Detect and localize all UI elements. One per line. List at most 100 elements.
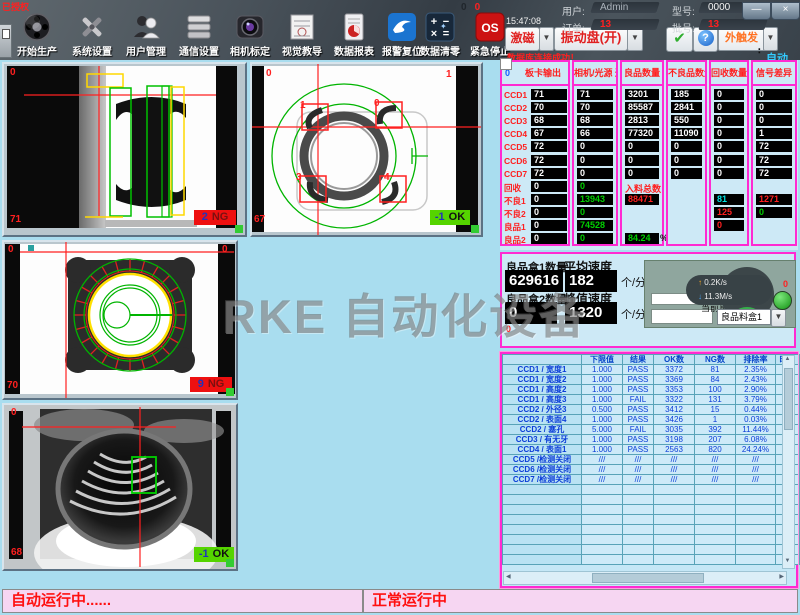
detail-header-cell: 排除率 — [736, 355, 776, 365]
batch-field[interactable]: 13 — [698, 19, 768, 30]
detail-cell: /// — [736, 465, 776, 475]
detail-cell: 1.000 — [582, 435, 623, 445]
trigger-dropdown-arrow[interactable]: ▼ — [763, 27, 778, 51]
batch-label: 批号: — [672, 20, 695, 35]
detail-row[interactable]: CCD2 / 表面41.000PASS342610.03%24 — [503, 415, 800, 425]
detail-empty-cell — [582, 545, 623, 555]
stats-cell: 0 — [714, 141, 744, 152]
stats-row-label: CCD3 — [504, 116, 527, 126]
detail-empty-cell — [736, 495, 776, 505]
good-box-dropdown[interactable]: 良品料盒1 — [717, 309, 771, 325]
camera-view-3[interactable]: 00709NG — [2, 240, 238, 400]
toolbar-button-7[interactable]: 数据报表 — [328, 12, 380, 60]
stats-column-header: 相机/光源 返回 — [574, 62, 616, 86]
detail-empty-cell — [654, 505, 695, 515]
toolbar-button-9[interactable]: +−×=✦数据清零 — [414, 12, 466, 60]
demagnetize-button[interactable]: 激磁 — [505, 27, 540, 51]
user-field[interactable]: Admin — [590, 2, 660, 13]
camera-view-4[interactable]: 068-1OK — [2, 403, 238, 571]
horizontal-scrollbar[interactable]: ◀▶ — [503, 571, 787, 585]
minimize-button[interactable]: — — [742, 2, 771, 20]
stats-cell: 2813 — [625, 115, 659, 126]
detail-row-label: CCD2 / 塞孔 — [503, 425, 582, 435]
stats-column-1: 0板卡输出CCD171CCD270CCD368CCD467CCD572CCD67… — [500, 60, 570, 246]
stats-checkbox[interactable] — [500, 58, 512, 70]
roi-label-1: 1 — [300, 100, 306, 111]
detail-empty-row — [503, 485, 800, 495]
detail-row[interactable]: CCD7 /检测关闭////////////////// — [503, 475, 800, 485]
stats-cell: 0 — [671, 141, 702, 152]
stats-cell: 0 — [756, 207, 792, 218]
toolbar-button-6[interactable]: 视觉教导 — [276, 12, 328, 60]
detail-cell: 1.000 — [582, 385, 623, 395]
good-box-dropdown-arrow[interactable]: ▼ — [771, 309, 786, 327]
stats-cell: 72 — [756, 168, 792, 179]
hscroll-thumb[interactable] — [592, 573, 704, 583]
stats-cell: 72 — [756, 141, 792, 152]
panel-corner-marker — [226, 388, 234, 396]
detail-cell: /// — [736, 455, 776, 465]
help-button[interactable]: ? — [693, 27, 718, 52]
demagnetize-dropdown-arrow[interactable]: ▼ — [539, 27, 554, 51]
stats-row-label: CCD7 — [504, 169, 527, 179]
detail-empty-cell — [623, 545, 654, 555]
detail-row[interactable]: CCD1 / 宽度11.000PASS3372812.35%9 — [503, 365, 800, 375]
detail-row[interactable]: CCD2 / 塞孔5.000FAIL303539211.44%19 — [503, 425, 800, 435]
detail-cell: 3.79% — [736, 395, 776, 405]
toolbar-button-4[interactable]: 通信设置 — [173, 12, 225, 60]
vertical-scrollbar[interactable]: ▲▼ — [782, 355, 795, 569]
detail-cell: PASS — [623, 405, 654, 415]
detail-row[interactable]: CCD6 /检测关闭////////////////// — [503, 465, 800, 475]
stats-panel: 0板卡输出CCD171CCD270CCD368CCD467CCD572CCD67… — [500, 60, 798, 250]
camera-count-top-left: 0 — [10, 67, 16, 78]
stats-cell: 0 — [756, 89, 792, 100]
toolbar-button-3[interactable]: 用户管理 — [120, 12, 172, 60]
close-button[interactable]: × — [771, 2, 800, 20]
detail-row[interactable]: CCD5 /检测关闭////////////////// — [503, 455, 800, 465]
stats-cell: 125 — [714, 207, 744, 218]
stats-cell: 88471 — [625, 194, 659, 205]
detail-empty-cell — [623, 495, 654, 505]
result-count: -1 — [199, 548, 209, 560]
detail-cell: /// — [582, 465, 623, 475]
toolbar-button-label: 视觉教导 — [276, 43, 328, 58]
toolbar-button-1[interactable]: 开始生产 — [11, 12, 63, 60]
stats-cell: 0 — [714, 102, 744, 113]
camera-view-2[interactable]: 01671034-1OK — [250, 62, 483, 237]
net-speed-pill[interactable]: ↑ 0.2K/s ↓ 11.3M/s — [686, 275, 772, 305]
stats-cell: 72 — [531, 155, 567, 166]
detail-empty-cell — [582, 515, 623, 525]
svg-text:×: × — [431, 28, 437, 40]
detail-row[interactable]: CCD4 / 表面11.000PASS256382024.24%26 — [503, 445, 800, 455]
order-field[interactable]: 13 — [590, 19, 660, 30]
toolbar-button-5[interactable]: 相机标定 — [224, 12, 276, 60]
detail-row[interactable]: CCD1 / 高度21.000PASS33531002.90%5 — [503, 385, 800, 395]
vibration-dropdown-arrow[interactable]: ▼ — [627, 27, 643, 51]
detail-row-label: CCD3 / 有无牙 — [503, 435, 582, 445]
panel-corner-marker — [226, 559, 234, 567]
detail-row[interactable]: CCD1 / 高度31.000FAIL33221313.79%25 — [503, 395, 800, 405]
vscroll-thumb[interactable] — [784, 368, 793, 430]
detail-cell: 1.000 — [582, 415, 623, 425]
stats-cell: 0 — [625, 155, 659, 166]
detail-cell: PASS — [623, 365, 654, 375]
toolbar-button-2[interactable]: 系统设置 — [66, 12, 118, 60]
stats-cell: 185 — [671, 89, 702, 100]
detail-row[interactable]: CCD1 / 宽度21.000PASS3369842.43%9 — [503, 375, 800, 385]
detail-cell: PASS — [623, 445, 654, 455]
detail-row[interactable]: CCD2 / 外径30.500PASS3412150.44%18 — [503, 405, 800, 415]
detail-row[interactable]: CCD3 / 有无牙1.000PASS31982076.08%18 — [503, 435, 800, 445]
detail-empty-cell — [582, 505, 623, 515]
camera-view-1[interactable]: 0712NG — [2, 62, 247, 237]
toolbar-button-label: 数据清零 — [414, 43, 466, 58]
stats-cell: 0 — [714, 89, 744, 100]
detail-empty-cell — [623, 505, 654, 515]
roi-label-0: 0 — [374, 98, 380, 109]
detail-cell: 3322 — [654, 395, 695, 405]
result-text: NG — [208, 378, 225, 390]
detail-cell: 3426 — [654, 415, 695, 425]
detail-cell: PASS — [623, 435, 654, 445]
detail-empty-cell — [695, 555, 736, 565]
detail-empty-cell — [736, 525, 776, 535]
status-left: 自动运行中...... — [2, 589, 363, 613]
